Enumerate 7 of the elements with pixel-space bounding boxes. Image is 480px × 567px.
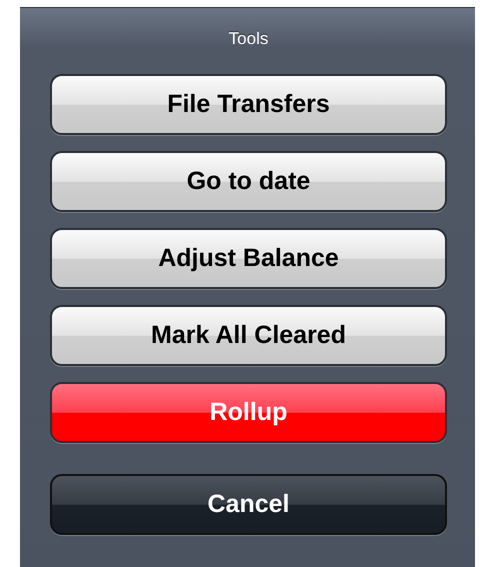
action-button[interactable]: Adjust Balance — [50, 228, 447, 289]
sheet-title: Tools — [228, 28, 270, 50]
cancel-button[interactable]: Cancel — [50, 474, 447, 535]
rollup-button[interactable]: Rollup — [50, 382, 447, 443]
action-button[interactable]: Go to date — [50, 151, 447, 212]
action-button[interactable]: Mark All Cleared — [50, 305, 447, 366]
action-button[interactable]: File Transfers — [50, 74, 447, 135]
